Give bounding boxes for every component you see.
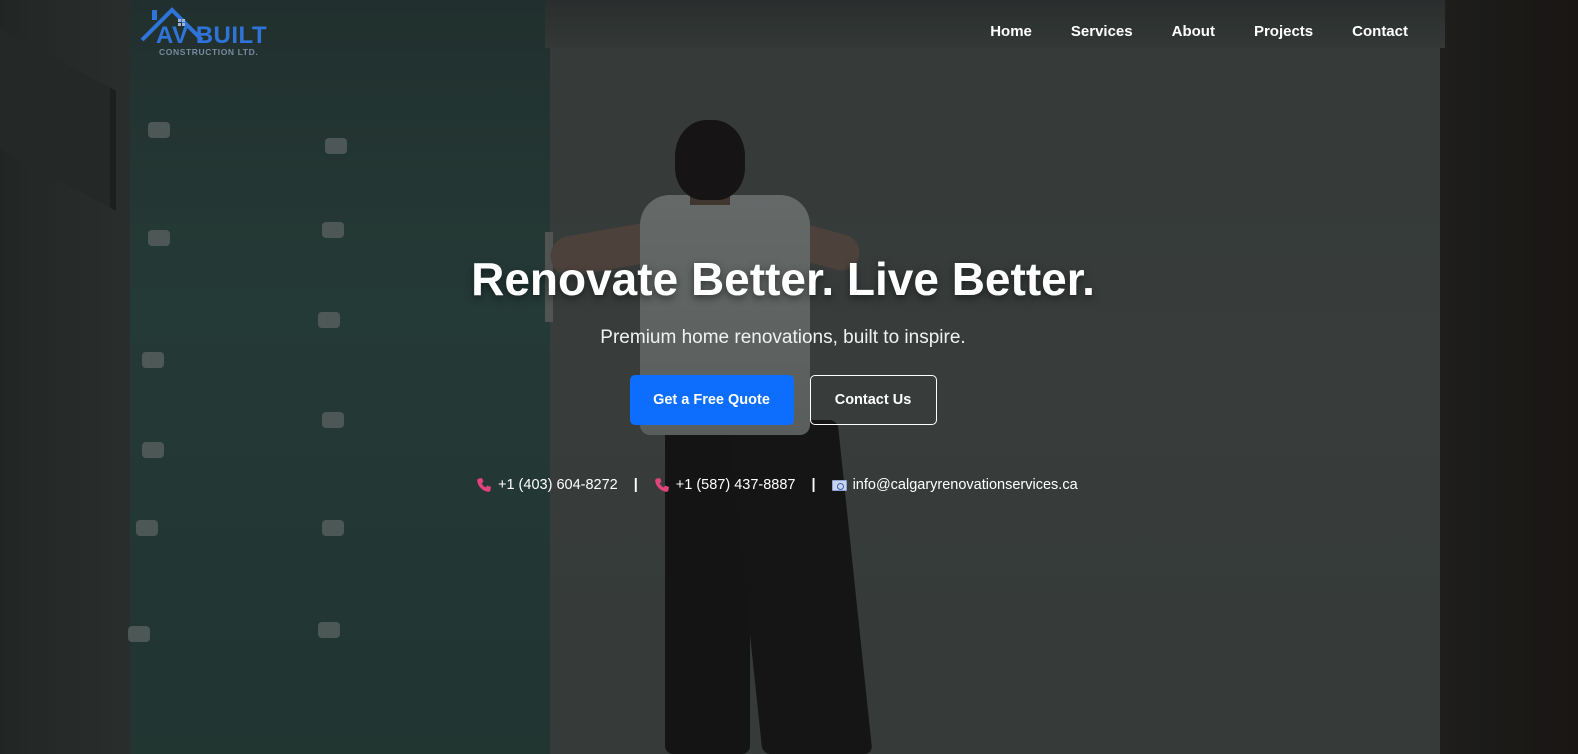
phone-icon [654,477,670,493]
contact-separator: | [811,477,816,493]
logo-brand-name: AV BUILT [156,22,268,49]
get-free-quote-button[interactable]: Get a Free Quote [629,375,794,425]
hero-headline: Renovate Better. Live Better. [471,253,1095,305]
hero-cta-group: Get a Free Quote Contact Us [0,375,1566,425]
nav-services-link[interactable]: Services [1071,22,1133,42]
contact-us-button[interactable]: Contact Us [809,375,937,425]
phone-number-2: +1 (587) 437-8887 [675,477,796,493]
hero-subheadline: Premium home renovations, built to inspi… [600,327,966,348]
logo-tagline: CONSTRUCTION LTD. [159,47,259,57]
nav-contact-link[interactable]: Contact [1352,22,1408,42]
contact-info-bar: +1 (403) 604-8272 | +1 (587) 437-8887 | … [476,474,1078,496]
phone-icon [476,477,492,493]
phone-contact-1[interactable]: +1 (403) 604-8272 [476,474,618,496]
hero-section: AV BUILT CONSTRUCTION LTD. Home Services… [0,0,1578,754]
nav-about-link[interactable]: About [1172,22,1215,42]
nav-projects-link[interactable]: Projects [1254,22,1313,42]
email-icon [831,479,847,491]
phone-number-1: +1 (403) 604-8272 [498,477,618,493]
phone-contact-2[interactable]: +1 (587) 437-8887 [654,474,796,496]
site-logo[interactable]: AV BUILT CONSTRUCTION LTD. [140,6,280,60]
email-contact[interactable]: info@calgaryrenovationservices.ca [831,474,1078,496]
main-navigation: Home Services About Projects Contact [990,22,1408,42]
email-address: info@calgaryrenovationservices.ca [852,477,1078,493]
nav-home-link[interactable]: Home [990,22,1032,42]
contact-separator: | [633,477,638,493]
